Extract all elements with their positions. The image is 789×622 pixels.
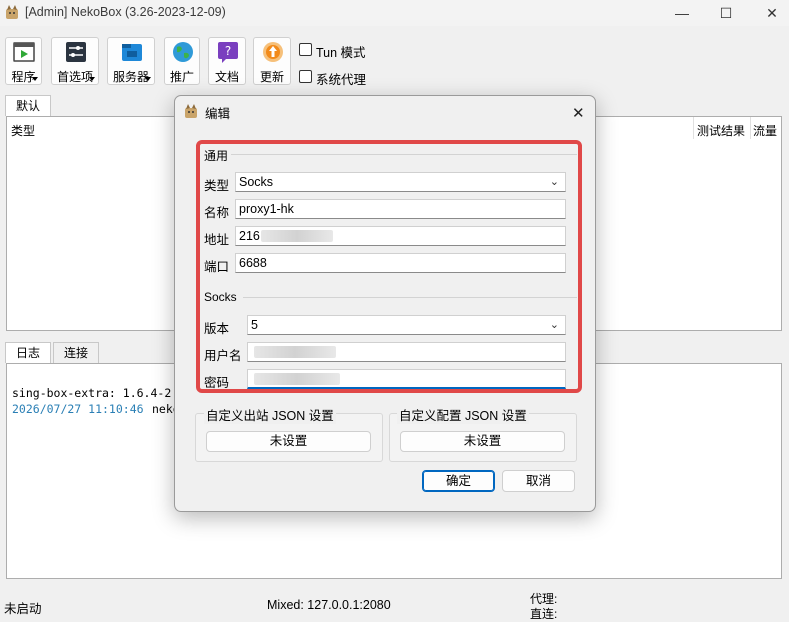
tab-connections[interactable]: 连接 (53, 342, 99, 363)
column-divider (693, 117, 694, 139)
update-label: 更新 (259, 70, 284, 84)
custom-outbound-button[interactable]: 未设置 (206, 431, 371, 452)
system-proxy-checkbox[interactable] (299, 70, 312, 83)
column-header-type[interactable]: 类型 (11, 122, 35, 139)
edit-profile-dialog: 编辑 ✕ 通用 类型 Socks ⌄ 名称 proxy1-hk 地址 216 端… (174, 95, 596, 512)
preferences-icon (66, 42, 86, 62)
username-label: 用户名 (204, 349, 242, 363)
general-group-heading: 通用 (204, 149, 229, 163)
cancel-button[interactable]: 取消 (502, 470, 575, 492)
documents-label: 文档 (214, 70, 239, 84)
chevron-down-icon: ⌄ (549, 176, 559, 188)
nekobox-app-icon (6, 5, 18, 19)
promotion-button[interactable]: 推广 (164, 37, 200, 85)
chevron-down-icon (145, 77, 151, 81)
system-proxy-label: 系统代理 (316, 73, 367, 87)
update-button[interactable]: 更新 (253, 37, 291, 85)
minimize-button[interactable]: — (659, 0, 705, 26)
name-label: 名称 (204, 206, 230, 220)
preferences-menu-button[interactable]: 首选项 (51, 37, 99, 85)
column-divider (750, 117, 751, 139)
password-label: 密码 (204, 376, 230, 390)
chevron-down-icon (32, 77, 38, 81)
close-window-button[interactable]: ✕ (749, 0, 789, 26)
title-bar: [Admin] NekoBox (3.26-2023-12-09) — ☐ ✕ (0, 0, 789, 26)
server-icon (122, 44, 142, 61)
address-field[interactable]: 216 (235, 226, 566, 246)
column-header-traffic[interactable]: 流量 (753, 122, 777, 139)
divider (243, 297, 577, 298)
username-field[interactable] (247, 342, 566, 362)
close-icon[interactable]: ✕ (572, 104, 585, 122)
globe-icon (173, 42, 193, 62)
type-label: 类型 (204, 179, 230, 193)
type-select[interactable]: Socks ⌄ (235, 172, 566, 192)
redacted-blur (254, 346, 336, 358)
program-menu-button[interactable]: 程序 (5, 37, 42, 85)
dialog-title: 编辑 (205, 107, 231, 121)
address-value: 216 (239, 229, 260, 243)
redacted-blur (261, 230, 333, 242)
promotion-label: 推广 (169, 70, 194, 84)
status-direct: 直连: (530, 607, 558, 621)
tab-log[interactable]: 日志 (5, 342, 51, 363)
address-label: 地址 (204, 233, 230, 247)
tun-mode-checkbox[interactable] (299, 43, 312, 56)
custom-outbound-label: 自定义出站 JSON 设置 (204, 405, 336, 424)
server-menu-button[interactable]: 服务器 (107, 37, 155, 85)
svg-text:?: ? (225, 44, 231, 58)
port-label: 端口 (204, 260, 230, 274)
version-label: 版本 (204, 322, 230, 336)
redacted-blur (254, 373, 340, 385)
log-line: sing-box-extra: 1.6.4-2 (12, 386, 172, 400)
status-mixed-port: Mixed: 127.0.0.1:2080 (267, 598, 391, 612)
divider (231, 154, 577, 155)
socks-group-heading: Socks (204, 290, 237, 304)
log-timestamp: 2026/07/27 11:10:46 (12, 402, 144, 416)
document-icon: ? (218, 42, 238, 63)
custom-config-label: 自定义配置 JSON 设置 (397, 405, 529, 424)
chevron-down-icon: ⌄ (549, 319, 559, 331)
maximize-button[interactable]: ☐ (703, 0, 749, 26)
column-header-test-result[interactable]: 测试结果 (697, 122, 745, 139)
program-icon (13, 42, 35, 62)
tab-default-group[interactable]: 默认 (5, 95, 51, 116)
password-field[interactable] (247, 369, 566, 389)
ok-button[interactable]: 确定 (422, 470, 495, 492)
type-select-value: Socks (239, 175, 274, 189)
documents-button[interactable]: ? 文档 (208, 37, 246, 85)
name-field[interactable]: proxy1-hk (235, 199, 566, 219)
chevron-down-icon (89, 77, 95, 81)
status-core-state: 未启动 (4, 602, 42, 616)
update-icon (263, 42, 283, 62)
version-select[interactable]: 5 ⌄ (247, 315, 566, 335)
window-title: [Admin] NekoBox (3.26-2023-12-09) (25, 5, 226, 19)
nekobox-app-icon (185, 104, 197, 118)
tun-mode-label: Tun 模式 (316, 46, 366, 60)
version-select-value: 5 (251, 318, 258, 332)
custom-config-button[interactable]: 未设置 (400, 431, 565, 452)
port-field[interactable]: 6688 (235, 253, 566, 273)
